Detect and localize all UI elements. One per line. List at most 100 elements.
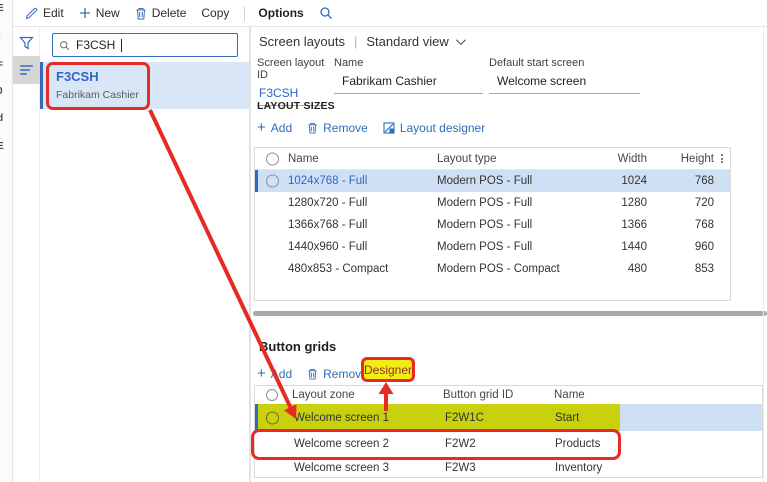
chevron-down-icon xyxy=(456,35,466,45)
table-header-row: Name Layout type Width Height xyxy=(255,148,730,170)
name-label: Name xyxy=(334,57,483,69)
layout-sizes-section-title: LAYOUT SIZES xyxy=(257,100,335,112)
cell-width: 480 xyxy=(585,263,647,275)
row-radio[interactable] xyxy=(266,411,279,424)
search-input[interactable]: F3CSH xyxy=(52,33,238,57)
add-button[interactable]: + Add xyxy=(257,121,292,135)
selection-bar xyxy=(255,170,258,192)
text-cursor xyxy=(121,39,122,52)
cell-layout-type: Modern POS - Full xyxy=(437,219,532,231)
toolbar-search-button[interactable] xyxy=(319,6,333,20)
default-start-screen-value[interactable]: Welcome screen xyxy=(489,74,640,94)
cell-layout-zone: Welcome screen 1 xyxy=(294,412,389,424)
cell-layout-type: Modern POS - Full xyxy=(437,197,532,209)
name-field: Name Fabrikam Cashier xyxy=(334,57,483,94)
column-header-height[interactable]: Height xyxy=(652,153,714,165)
column-header-layout-zone[interactable]: Layout zone xyxy=(292,389,355,401)
table-row-selected[interactable]: 1024x768 - Full Modern POS - Full 1024 7… xyxy=(255,170,730,192)
horizontal-scrollbar[interactable] xyxy=(253,311,767,316)
screen-layout-id-label: Screen layout ID xyxy=(257,57,327,81)
search-value: F3CSH xyxy=(76,38,115,52)
table-row[interactable]: Welcome screen 3 F2W3 Inventory xyxy=(255,457,762,478)
sidebar-rail xyxy=(13,27,40,482)
edit-button[interactable]: Edit xyxy=(25,6,64,20)
pencil-icon xyxy=(25,7,38,20)
cell-name: 1440x960 - Full xyxy=(288,241,367,253)
options-label: Options xyxy=(258,6,303,20)
cell-name: Start xyxy=(555,412,579,424)
default-start-screen-label: Default start screen xyxy=(489,57,640,69)
select-all-radio[interactable] xyxy=(266,389,278,401)
delete-button[interactable]: Delete xyxy=(135,6,187,20)
cell-name: Inventory xyxy=(555,462,602,474)
cell-height: 853 xyxy=(652,263,714,275)
remove-label: Remove xyxy=(323,121,368,135)
plus-icon: + xyxy=(257,122,266,134)
cell-button-grid-id: F2W1C xyxy=(445,412,484,424)
select-all-radio[interactable] xyxy=(266,152,279,165)
column-header-layout-type[interactable]: Layout type xyxy=(437,153,496,165)
column-header-name[interactable]: Name xyxy=(554,389,585,401)
cell-width: 1280 xyxy=(585,197,647,209)
options-button[interactable]: Options xyxy=(258,6,303,20)
layout-sizes-table: Name Layout type Width Height 1024x768 -… xyxy=(254,147,731,301)
trash-icon xyxy=(135,7,147,20)
layout-designer-button[interactable]: Layout designer xyxy=(383,121,485,135)
cell-name: 1366x768 - Full xyxy=(288,219,367,231)
cell-name: 480x853 - Compact xyxy=(288,263,388,275)
cell-height: 720 xyxy=(652,197,714,209)
plus-icon xyxy=(79,7,91,19)
view-selector-label: Standard view xyxy=(366,34,448,49)
layout-designer-label: Layout designer xyxy=(400,121,485,135)
layout-sizes-toolbar: + Add Remove Layout designer xyxy=(257,121,485,135)
view-selector[interactable]: Standard view xyxy=(366,34,462,49)
table-row-selected[interactable]: Welcome screen 1 F2W1C Start xyxy=(255,404,762,431)
cell-layout-type: Modern POS - Full xyxy=(437,175,532,187)
cell-button-grid-id: F2W3 xyxy=(445,462,476,474)
funnel-icon xyxy=(19,36,34,50)
table-row[interactable]: 480x853 - Compact Modern POS - Compact 4… xyxy=(255,258,730,280)
row-radio[interactable] xyxy=(266,175,279,188)
table-row[interactable]: 1280x720 - Full Modern POS - Full 1280 7… xyxy=(255,192,730,214)
add-button[interactable]: + Add xyxy=(257,367,292,381)
designer-button[interactable]: Designer xyxy=(361,357,415,382)
column-options-icon[interactable] xyxy=(721,153,724,165)
cell-layout-type: Modern POS - Full xyxy=(437,241,532,253)
designer-label: Designer xyxy=(364,363,412,377)
name-value[interactable]: Fabrikam Cashier xyxy=(334,74,483,94)
annotation-box-row xyxy=(251,429,621,460)
filter-button[interactable] xyxy=(19,36,34,50)
cell-height: 768 xyxy=(652,175,714,187)
table-row[interactable]: 1440x960 - Full Modern POS - Full 1440 9… xyxy=(255,236,730,258)
new-label: New xyxy=(96,6,120,20)
command-bar: Edit New Delete Copy Options xyxy=(13,0,767,27)
header-divider: | xyxy=(354,34,357,49)
clipped-nav-fragment: d xyxy=(0,113,3,124)
table-row[interactable]: 1366x768 - Full Modern POS - Full 1366 7… xyxy=(255,214,730,236)
trash-icon xyxy=(307,122,318,134)
column-header-width[interactable]: Width xyxy=(585,153,647,165)
screen-layout-id-field: Screen layout ID F3CSH xyxy=(257,57,327,106)
screenshot-root: E t = 0 d E Edit New Delete Copy Options xyxy=(0,0,767,482)
trash-icon xyxy=(307,368,318,380)
button-grids-section-title: Button grids xyxy=(259,339,336,354)
clipped-nav-fragment: E xyxy=(0,3,4,14)
copy-label: Copy xyxy=(201,6,229,20)
clipped-nav-fragment: 0 xyxy=(0,86,3,97)
cell-width: 1440 xyxy=(585,241,647,253)
main-panel: Screen layouts | Standard view Screen la… xyxy=(250,27,767,482)
list-view-button[interactable] xyxy=(13,56,40,84)
cell-name: 1280x720 - Full xyxy=(288,197,367,209)
selection-bar xyxy=(255,404,258,431)
panel-right-border xyxy=(763,27,764,482)
remove-button[interactable]: Remove xyxy=(307,367,368,381)
copy-button[interactable]: Copy xyxy=(201,6,229,20)
add-label: Add xyxy=(271,367,292,381)
cell-layout-type: Modern POS - Compact xyxy=(437,263,560,275)
search-icon xyxy=(319,6,333,20)
column-header-button-grid-id[interactable]: Button grid ID xyxy=(443,389,513,401)
plus-icon: + xyxy=(257,368,266,380)
remove-button[interactable]: Remove xyxy=(307,121,368,135)
column-header-name[interactable]: Name xyxy=(288,153,319,165)
new-button[interactable]: New xyxy=(79,6,120,20)
